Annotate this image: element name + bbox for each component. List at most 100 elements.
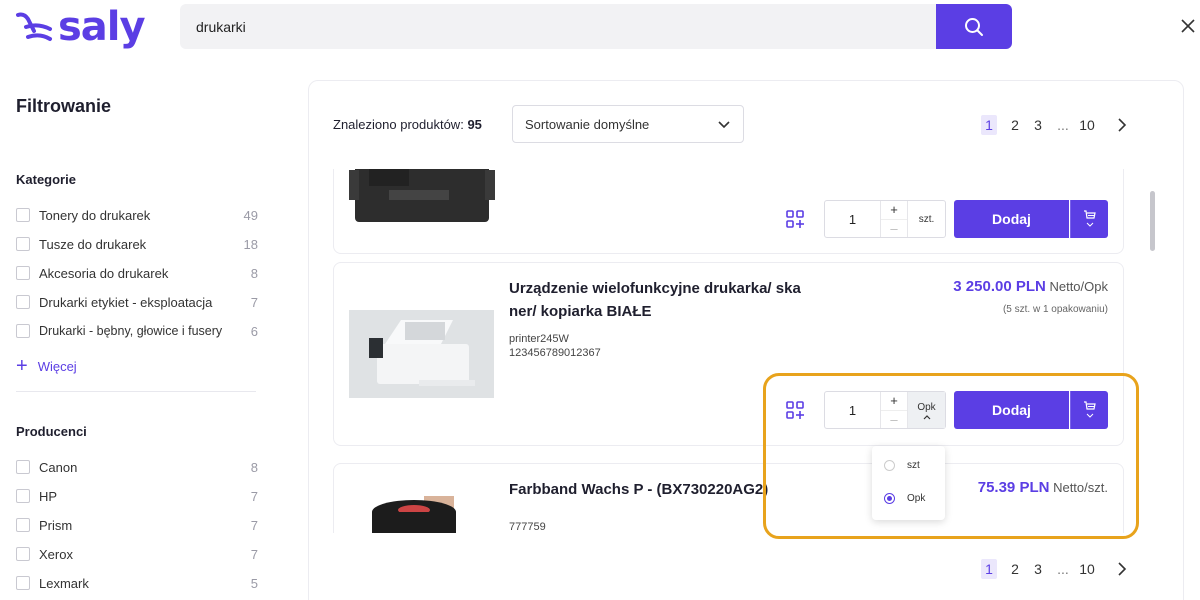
product-actions: 1 + – Opk Dodaj [786, 391, 1109, 429]
checkbox[interactable] [16, 266, 30, 280]
category-filter[interactable]: Drukarki - bębny, głowice i fusery 6 [16, 321, 258, 341]
scrollbar-thumb[interactable] [1150, 191, 1155, 251]
checkbox[interactable] [16, 208, 30, 222]
more-label: Więcej [37, 358, 77, 374]
product-image[interactable] [349, 169, 495, 232]
product-image[interactable] [364, 492, 459, 533]
page-link[interactable]: 10 [1076, 115, 1098, 135]
filter-count: 7 [250, 517, 258, 533]
sort-value: Sortowanie domyślne [525, 116, 650, 132]
price-unit: Netto/Opk [1049, 279, 1108, 294]
chevron-down-icon [718, 121, 730, 129]
unit-selector[interactable]: szt. [907, 201, 945, 237]
category-filter[interactable]: Tonery do drukarek 49 [16, 205, 258, 225]
unit-option-label: Opk [907, 493, 926, 504]
add-to-cart-button[interactable]: Dodaj [954, 200, 1069, 238]
product-image[interactable] [349, 310, 494, 398]
filter-count: 7 [250, 488, 258, 504]
checkbox[interactable] [16, 547, 30, 561]
checkbox[interactable] [16, 237, 30, 251]
next-page-button[interactable] [1117, 562, 1127, 576]
unit-option-szt[interactable]: szt [884, 460, 920, 471]
product-sku: printer245W [509, 333, 569, 345]
page-link[interactable]: 1 [981, 559, 997, 579]
page-link[interactable]: 10 [1076, 559, 1098, 579]
checkbox[interactable] [16, 576, 30, 590]
price-value: 75.39 PLN [977, 479, 1050, 496]
filter-label: Xerox [39, 546, 73, 562]
producer-filter[interactable]: HP 7 [16, 486, 258, 506]
radio-button[interactable] [884, 460, 895, 471]
add-to-list-icon[interactable] [786, 401, 804, 419]
product-title[interactable]: Farbband Wachs P - (BX730220AG2) [509, 478, 849, 501]
producer-filter[interactable]: Xerox 7 [16, 544, 258, 564]
divider [16, 391, 256, 392]
increment-button[interactable]: + [881, 392, 907, 410]
close-button[interactable] [1176, 14, 1200, 38]
checkbox[interactable] [16, 324, 30, 338]
product-price: 75.39 PLN Netto/szt. [978, 479, 1108, 496]
results-count-label: Znaleziono produktów: [333, 117, 464, 132]
unit-selector[interactable]: Opk [907, 392, 945, 428]
pagination-ellipsis: ... [1057, 117, 1069, 133]
filter-count: 8 [250, 265, 258, 281]
logo-icon [16, 12, 52, 41]
filter-label: Prism [39, 517, 73, 533]
increment-button[interactable]: + [881, 201, 907, 219]
unit-option-label: szt [907, 460, 920, 471]
category-filter[interactable]: Drukarki etykiet - eksploatacja 7 [16, 292, 258, 312]
cart-options-button[interactable] [1070, 391, 1108, 429]
quantity-input[interactable]: 1 [825, 201, 880, 237]
search-input[interactable]: drukarki [180, 4, 936, 49]
producer-filter[interactable]: Lexmark 5 [16, 573, 258, 593]
results-count-value: 95 [467, 117, 482, 132]
unit-dropdown: szt Opk [872, 446, 945, 520]
page-link[interactable]: 2 [1004, 115, 1026, 135]
pagination-top: 1 2 3 ... 10 [981, 115, 1127, 135]
checkbox[interactable] [16, 460, 30, 474]
next-page-button[interactable] [1117, 118, 1127, 132]
page-link[interactable]: 1 [981, 115, 997, 135]
product-title[interactable]: Urządzenie wielofunkcyjne drukarka/ ska … [509, 277, 829, 323]
category-filter[interactable]: Akcesoria do drukarek 8 [16, 263, 258, 283]
quantity-steps: + – [880, 201, 907, 237]
pagination-bottom: 1 2 3 ... 10 [981, 559, 1127, 579]
checkbox[interactable] [16, 295, 30, 309]
filter-label: Drukarki etykiet - eksploatacja [39, 294, 213, 310]
categories-heading: Kategorie [16, 172, 76, 187]
add-to-cart-button[interactable]: Dodaj [954, 391, 1069, 429]
sort-select[interactable]: Sortowanie domyślne [512, 105, 744, 143]
results-panel: Znaleziono produktów: 95 Sortowanie domy… [308, 80, 1184, 600]
add-to-list-icon[interactable] [786, 210, 804, 228]
filter-count: 6 [250, 323, 258, 339]
radio-button-selected[interactable] [884, 493, 895, 504]
checkbox[interactable] [16, 489, 30, 503]
category-filter[interactable]: Tusze do drukarek 18 [16, 234, 258, 254]
filter-count: 7 [250, 546, 258, 562]
more-categories-link[interactable]: + Więcej [16, 356, 77, 376]
page-link[interactable]: 2 [1004, 559, 1026, 579]
search-button[interactable] [936, 4, 1012, 49]
producer-filter[interactable]: Prism 7 [16, 515, 258, 535]
producer-filter[interactable]: Canon 8 [16, 457, 258, 477]
checkbox[interactable] [16, 518, 30, 532]
product-ean: 123456789012367 [509, 347, 601, 359]
filter-label: Drukarki - bębny, głowice i fusery [39, 324, 223, 338]
product-card: 1 + – szt. Dodaj [333, 169, 1124, 254]
decrement-button[interactable]: – [881, 409, 907, 429]
producers-heading: Producenci [16, 424, 87, 439]
decrement-button[interactable]: – [881, 218, 907, 238]
filter-label: Tusze do drukarek [39, 236, 147, 252]
page-link[interactable]: 3 [1027, 115, 1049, 135]
cart-options-button[interactable] [1070, 200, 1108, 238]
filter-count: 5 [250, 575, 258, 591]
logo-text: saly [58, 4, 146, 50]
filter-title: Filtrowanie [16, 96, 112, 116]
unit-option-opk[interactable]: Opk [884, 493, 925, 504]
page-link[interactable]: 3 [1027, 559, 1049, 579]
logo[interactable]: saly [14, 4, 146, 50]
product-sku: 777759 [509, 521, 546, 533]
chevron-right-icon [1118, 118, 1127, 132]
quantity-input[interactable]: 1 [825, 392, 880, 428]
filter-count: 8 [250, 459, 258, 475]
